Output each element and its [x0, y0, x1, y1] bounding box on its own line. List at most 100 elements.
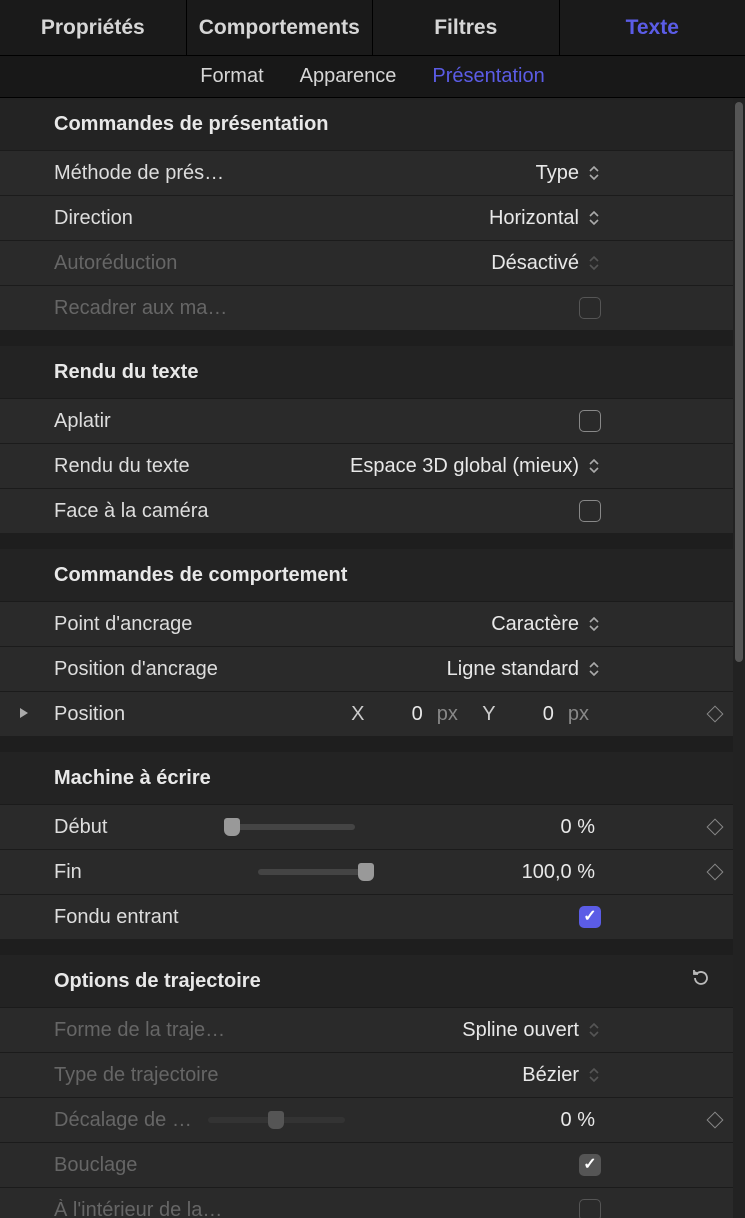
subtab-format[interactable]: Format [200, 65, 263, 88]
top-tab-bar: Propriétés Comportements Filtres Texte [0, 0, 745, 56]
slider-thumb[interactable] [358, 863, 374, 881]
inspector-panel: Propriétés Comportements Filtres Texte F… [0, 0, 745, 1218]
row-path-type: Type de trajectoire Bézier [0, 1052, 733, 1097]
scrollbar[interactable] [735, 102, 743, 662]
value-render[interactable]: Espace 3D global (mieux) [350, 455, 579, 478]
section-title: Commandes de présentation [54, 113, 329, 136]
label-flatten: Aplatir [54, 410, 111, 433]
value-y[interactable]: 0 [508, 703, 554, 726]
row-start: Début 0 % [0, 804, 733, 849]
checkbox-face-camera[interactable] [579, 500, 601, 522]
row-end: Fin 100,0 % [0, 849, 733, 894]
value-x[interactable]: 0 [377, 703, 423, 726]
tab-behaviors[interactable]: Comportements [187, 0, 374, 55]
stepper-icon[interactable] [587, 208, 601, 228]
row-inside: À l'intérieur de la… [0, 1187, 733, 1218]
keyframe-button[interactable] [695, 821, 735, 833]
section-title: Rendu du texte [54, 361, 198, 384]
stepper-icon [587, 1020, 601, 1040]
label-fade-in: Fondu entrant [54, 906, 179, 929]
stepper-icon[interactable] [587, 659, 601, 679]
label-loop: Bouclage [54, 1154, 137, 1177]
checkbox-flatten[interactable] [579, 410, 601, 432]
row-loop: Bouclage [0, 1142, 733, 1187]
slider-thumb [268, 1111, 284, 1129]
slider-thumb[interactable] [224, 818, 240, 836]
label-path-shape: Forme de la traje… [54, 1019, 225, 1042]
value-path-type: Bézier [522, 1064, 579, 1087]
label-start: Début [54, 816, 194, 839]
row-flatten: Aplatir [0, 398, 733, 443]
section-title: Commandes de comportement [54, 564, 347, 587]
disclosure-triangle-icon[interactable] [18, 703, 30, 726]
slider-end[interactable] [258, 869, 370, 875]
section-title: Options de trajectoire [54, 970, 261, 993]
checkbox-fade-in[interactable] [579, 906, 601, 928]
label-render: Rendu du texte [54, 455, 190, 478]
tab-properties[interactable]: Propriétés [0, 0, 187, 55]
row-direction: Direction Horizontal [0, 195, 733, 240]
value-path-offset: 0 % [495, 1109, 595, 1132]
checkbox-inside [579, 1199, 601, 1218]
row-position: Position X 0 px Y 0 px [0, 691, 733, 736]
label-y: Y [480, 703, 498, 726]
label-path-offset: Décalage de la tr… [54, 1109, 194, 1132]
unit-x: px [437, 703, 458, 726]
section-behavior-controls: Commandes de comportement [0, 549, 733, 601]
row-autoreduce: Autoréduction Désactivé [0, 240, 733, 285]
inspector-scroll-area: Commandes de présentation Méthode de pré… [0, 98, 745, 1218]
row-anchor-position: Position d'ancrage Ligne standard [0, 646, 733, 691]
subtab-layout[interactable]: Présentation [432, 65, 544, 88]
section-layout-controls: Commandes de présentation [0, 98, 733, 150]
label-anchor-point: Point d'ancrage [54, 613, 192, 636]
row-crop: Recadrer aux ma… [0, 285, 733, 330]
stepper-icon[interactable] [587, 456, 601, 476]
value-anchor-point[interactable]: Caractère [491, 613, 579, 636]
row-path-offset: Décalage de la tr… 0 % [0, 1097, 733, 1142]
subtab-appearance[interactable]: Apparence [300, 65, 397, 88]
row-face-camera: Face à la caméra [0, 488, 733, 533]
stepper-icon[interactable] [587, 163, 601, 183]
row-path-shape: Forme de la traje… Spline ouvert [0, 1007, 733, 1052]
value-direction[interactable]: Horizontal [489, 207, 579, 230]
section-path-options: Options de trajectoire [0, 955, 733, 1007]
label-position: Position [54, 703, 125, 726]
section-title: Machine à écrire [54, 767, 211, 790]
row-anchor-point: Point d'ancrage Caractère [0, 601, 733, 646]
value-end[interactable]: 100,0 % [495, 861, 595, 884]
stepper-icon [587, 1065, 601, 1085]
tab-filters[interactable]: Filtres [373, 0, 560, 55]
label-face-camera: Face à la caméra [54, 500, 209, 523]
checkbox-crop [579, 297, 601, 319]
slider-path-offset [208, 1117, 345, 1123]
tab-text[interactable]: Texte [560, 0, 745, 55]
row-render: Rendu du texte Espace 3D global (mieux) [0, 443, 733, 488]
row-fade-in: Fondu entrant [0, 894, 733, 939]
stepper-icon[interactable] [587, 614, 601, 634]
value-start[interactable]: 0 % [495, 816, 595, 839]
label-path-type: Type de trajectoire [54, 1064, 219, 1087]
keyframe-button[interactable] [695, 708, 735, 720]
label-crop: Recadrer aux ma… [54, 297, 227, 320]
stepper-icon [587, 253, 601, 273]
label-layout-method: Méthode de prés… [54, 162, 224, 185]
label-autoreduce: Autoréduction [54, 252, 177, 275]
position-xy: X 0 px Y 0 px [349, 703, 601, 726]
label-end: Fin [54, 861, 194, 884]
keyframe-button[interactable] [695, 1114, 735, 1126]
unit-y: px [568, 703, 589, 726]
slider-start[interactable] [228, 824, 355, 830]
row-layout-method: Méthode de prés… Type [0, 150, 733, 195]
keyframe-button[interactable] [695, 866, 735, 878]
label-x: X [349, 703, 367, 726]
label-direction: Direction [54, 207, 133, 230]
section-text-render: Rendu du texte [0, 346, 733, 398]
sub-tab-bar: Format Apparence Présentation [0, 56, 745, 98]
value-autoreduce: Désactivé [491, 252, 579, 275]
label-anchor-position: Position d'ancrage [54, 658, 218, 681]
label-inside: À l'intérieur de la… [54, 1199, 222, 1218]
value-layout-method[interactable]: Type [536, 162, 579, 185]
section-typewriter: Machine à écrire [0, 752, 733, 804]
value-anchor-position[interactable]: Ligne standard [447, 658, 579, 681]
reset-icon[interactable] [691, 968, 711, 994]
